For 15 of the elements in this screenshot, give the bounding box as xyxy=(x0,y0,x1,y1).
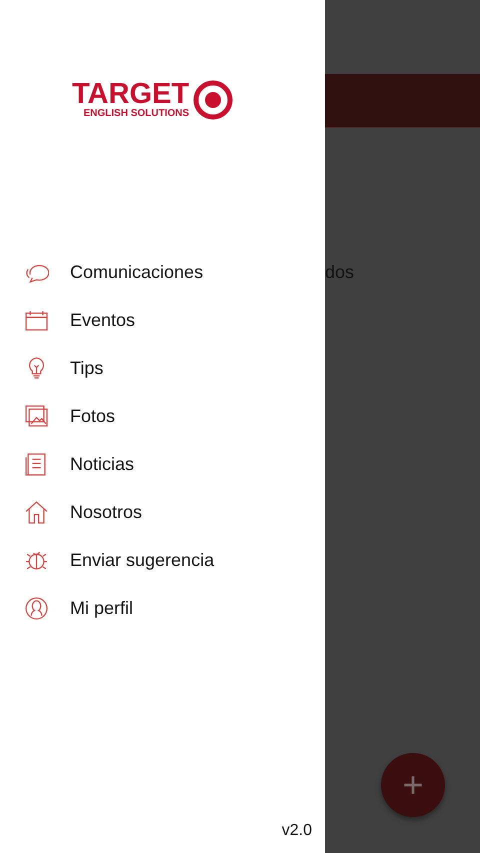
logo-subtitle: ENGLISH SOLUTIONS xyxy=(84,108,190,119)
menu-item[interactable]: Nosotros xyxy=(70,502,142,522)
menu-item[interactable]: Comunicaciones xyxy=(70,262,204,282)
menu-item[interactable]: Noticias xyxy=(70,454,134,474)
version-label: v2.0 xyxy=(282,822,312,840)
user-icon xyxy=(24,596,49,620)
photos-icon xyxy=(24,404,49,428)
logo-title: TARGET xyxy=(72,81,190,108)
target-logo-icon xyxy=(193,80,234,120)
menu-item[interactable]: Enviar sugerencia xyxy=(70,550,214,570)
menu-item[interactable]: Eventos xyxy=(70,310,136,330)
house-icon xyxy=(24,500,49,524)
menu-item[interactable]: Fotos xyxy=(70,406,116,426)
menu-item[interactable]: Mi perfil xyxy=(70,598,134,618)
menu-item[interactable]: Tips xyxy=(70,358,104,378)
